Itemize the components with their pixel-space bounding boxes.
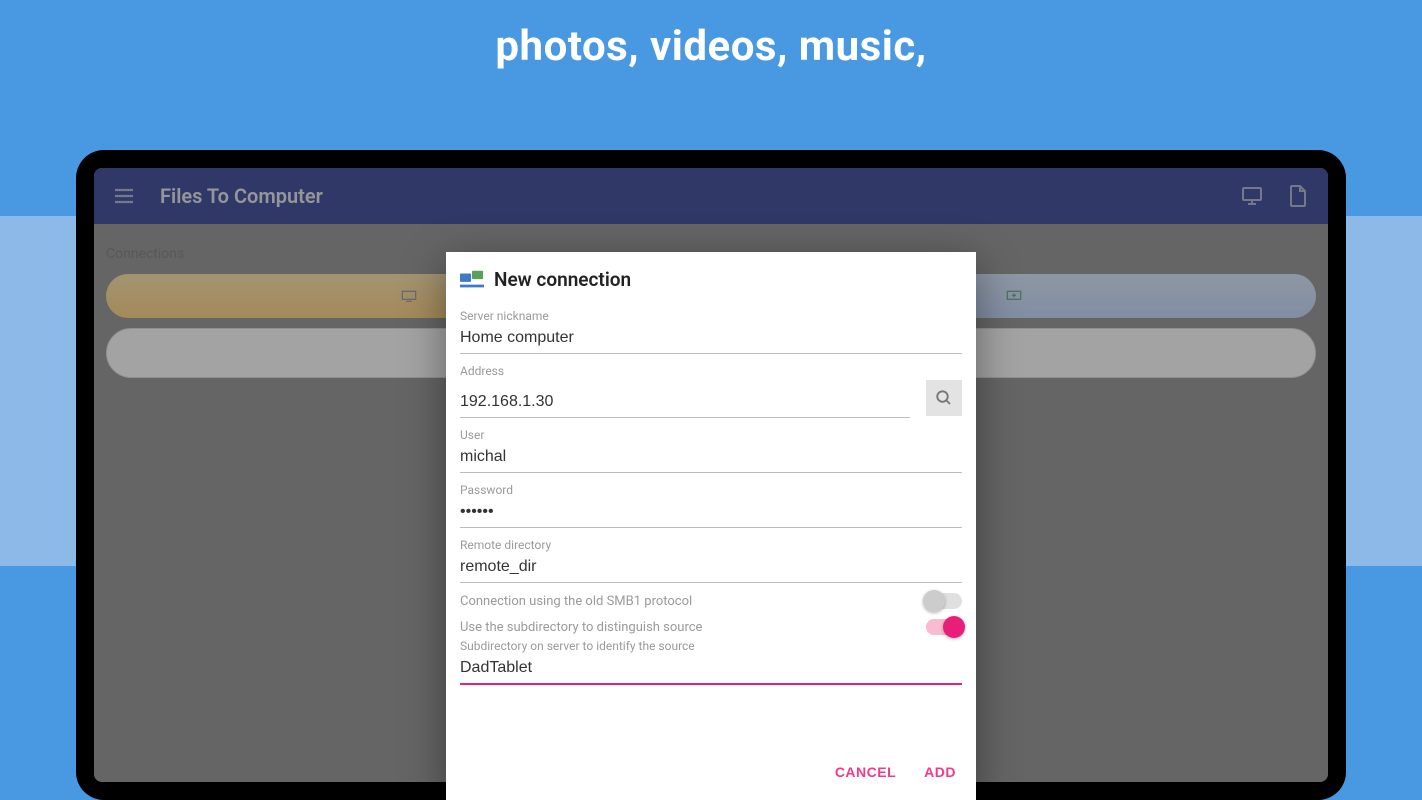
address-label: Address bbox=[460, 364, 962, 378]
remote-dir-input[interactable] bbox=[460, 554, 962, 583]
subdir-toggle[interactable] bbox=[926, 619, 962, 635]
subdir-hint: Subdirectory on server to identify the s… bbox=[460, 639, 962, 653]
cancel-button[interactable]: CANCEL bbox=[835, 764, 896, 780]
search-icon bbox=[935, 389, 953, 407]
remote-dir-label: Remote directory bbox=[460, 538, 962, 552]
dialog-actions: CANCEL ADD bbox=[460, 746, 962, 800]
password-label: Password bbox=[460, 483, 962, 497]
nickname-label: Server nickname bbox=[460, 309, 962, 323]
nickname-input[interactable] bbox=[460, 325, 962, 354]
smb-toggle-label: Connection using the old SMB1 protocol bbox=[460, 594, 692, 609]
address-input[interactable] bbox=[460, 389, 910, 418]
dialog-header: New connection bbox=[460, 268, 962, 291]
add-button[interactable]: ADD bbox=[924, 764, 956, 780]
subdir-input[interactable] bbox=[460, 655, 962, 685]
connection-icon bbox=[460, 270, 484, 290]
subdir-toggle-label: Use the subdirectory to distinguish sour… bbox=[460, 620, 702, 635]
dialog-title: New connection bbox=[494, 268, 631, 291]
search-button[interactable] bbox=[926, 380, 962, 416]
user-label: User bbox=[460, 428, 962, 442]
hero-headline: photos, videos, music, bbox=[0, 22, 1422, 71]
subdir-toggle-row: Use the subdirectory to distinguish sour… bbox=[460, 619, 962, 635]
smb-toggle-row: Connection using the old SMB1 protocol bbox=[460, 593, 962, 609]
smb-toggle[interactable] bbox=[926, 593, 962, 609]
new-connection-dialog: New connection Server nickname Address U… bbox=[446, 252, 976, 800]
user-input[interactable] bbox=[460, 444, 962, 473]
password-input[interactable] bbox=[460, 499, 962, 528]
